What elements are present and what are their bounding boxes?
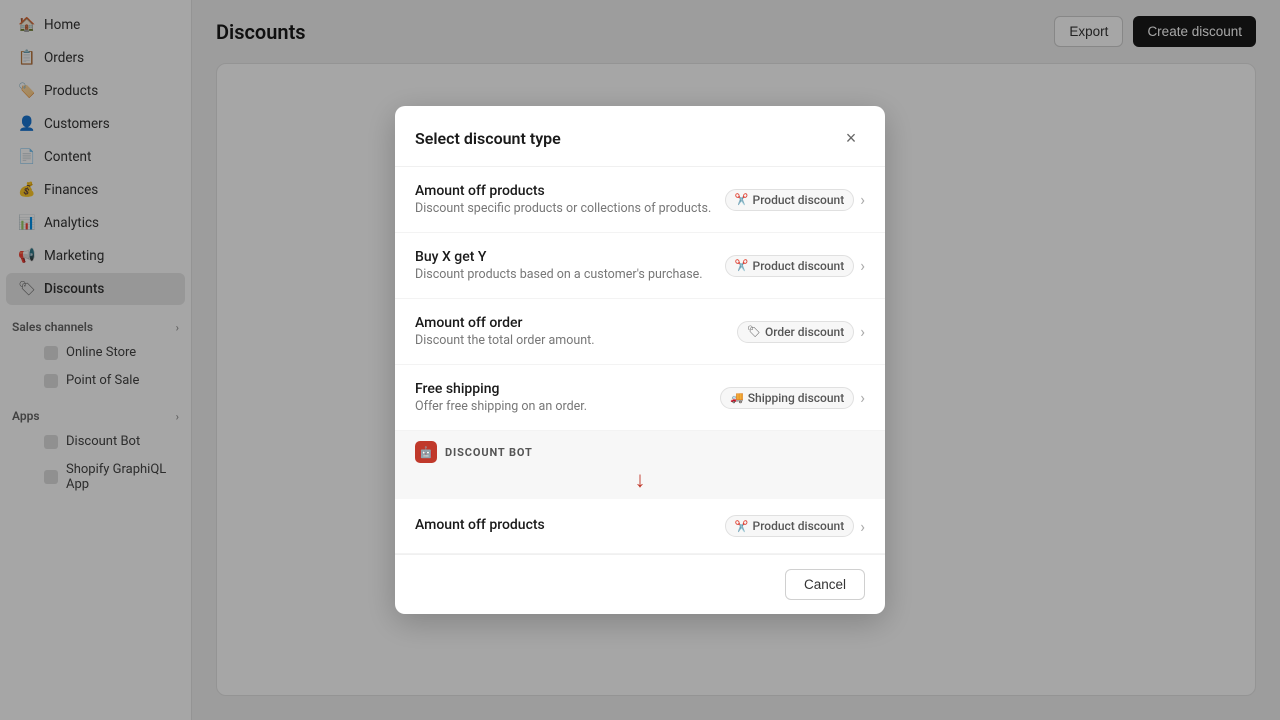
option-left: Amount off products Discount specific pr… [415,183,725,216]
badge-label: Shipping discount [748,391,844,405]
option-left: Buy X get Y Discount products based on a… [415,249,725,282]
badge-label: Order discount [765,325,844,339]
modal-overlay[interactable]: Select discount type × Amount off produc… [0,0,1280,720]
badge-icon: ✂️ [735,520,749,533]
option-badge: 🏷 Order discount [737,321,854,343]
chevron-right-icon: › [860,190,865,209]
option-desc: Offer free shipping on an order. [415,399,720,414]
option-right: ✂️ Product discount › [725,189,865,211]
discount-bot-label: DISCOUNT BOT [445,446,533,459]
option-badge: 🚚 Shipping discount [720,387,854,409]
badge-label: Product discount [753,259,845,273]
discount-bot-section: 🤖 DISCOUNT BOT ↓ [395,431,885,499]
option-title: Amount off products [415,183,725,199]
badge-icon: ✂️ [735,259,749,272]
option-right: 🚚 Shipping discount › [720,387,865,409]
option-left: Amount off order Discount the total orde… [415,315,737,348]
badge-label: Product discount [753,519,845,533]
option-badge: ✂️ Product discount [725,515,854,537]
option-right: ✂️ Product discount › [725,515,865,537]
option-left: Amount off products [415,517,725,535]
discount-option-bot-amount-off-products[interactable]: Amount off products ✂️ Product discount … [395,499,885,554]
option-badge: ✂️ Product discount [725,189,854,211]
arrow-down-red: ↓ [415,467,865,493]
select-discount-type-modal: Select discount type × Amount off produc… [395,106,885,614]
chevron-right-icon: › [860,256,865,275]
option-title: Amount off products [415,517,725,533]
option-desc: Discount products based on a customer's … [415,267,725,282]
option-left: Free shipping Offer free shipping on an … [415,381,720,414]
modal-body: Amount off products Discount specific pr… [395,167,885,554]
badge-icon: ✂️ [735,193,749,206]
discount-bot-icon: 🤖 [415,441,437,463]
modal-title: Select discount type [415,129,561,148]
chevron-right-icon: › [860,388,865,407]
chevron-right-icon: › [860,322,865,341]
option-badge: ✂️ Product discount [725,255,854,277]
badge-icon: 🚚 [730,391,744,404]
modal-close-button[interactable]: × [837,124,865,152]
option-title: Free shipping [415,381,720,397]
option-desc: Discount the total order amount. [415,333,737,348]
option-desc: Discount specific products or collection… [415,201,725,216]
discount-bot-header: 🤖 DISCOUNT BOT [415,441,865,463]
option-right: ✂️ Product discount › [725,255,865,277]
chevron-right-icon: › [860,517,865,536]
badge-label: Product discount [753,193,845,207]
discount-option-buy-x-get-y[interactable]: Buy X get Y Discount products based on a… [395,233,885,299]
cancel-button[interactable]: Cancel [785,569,865,600]
option-right: 🏷 Order discount › [737,321,865,343]
discount-option-amount-off-products[interactable]: Amount off products Discount specific pr… [395,167,885,233]
option-title: Amount off order [415,315,737,331]
badge-icon: 🏷 [747,325,761,338]
discount-option-free-shipping[interactable]: Free shipping Offer free shipping on an … [395,365,885,431]
option-title: Buy X get Y [415,249,725,265]
discount-option-amount-off-order[interactable]: Amount off order Discount the total orde… [395,299,885,365]
modal-header: Select discount type × [395,106,885,167]
modal-footer: Cancel [395,554,885,614]
